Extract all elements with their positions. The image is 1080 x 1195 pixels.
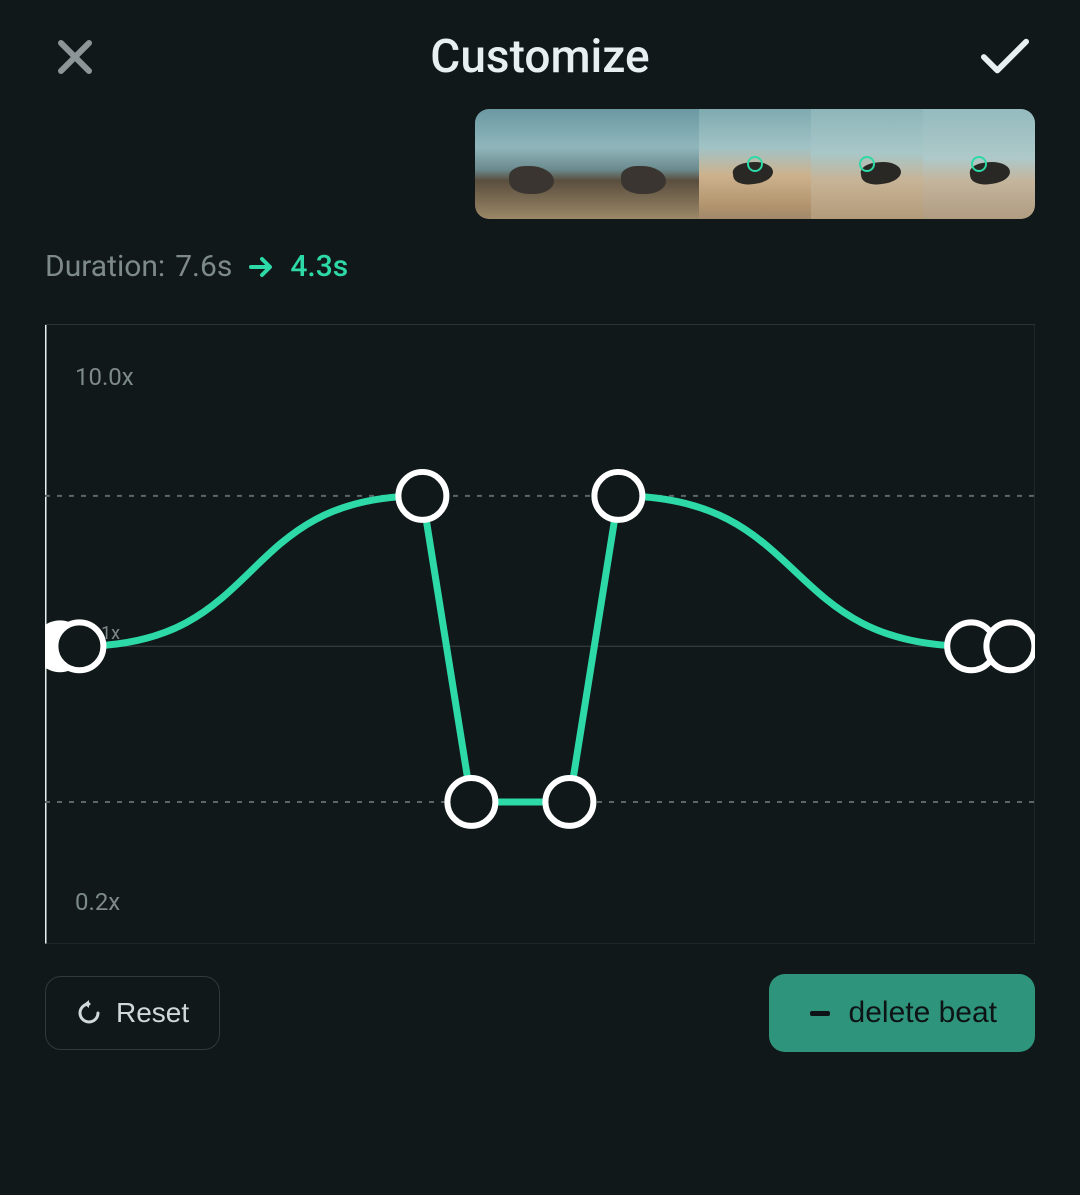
curve-handle[interactable] (447, 778, 495, 826)
duration-readout: Duration: 7.6s 4.3s (0, 219, 1080, 294)
filmstrip-frame[interactable] (923, 109, 1035, 219)
duration-label: Duration: (45, 249, 165, 284)
beat-marker-icon (971, 156, 987, 172)
speed-curve-editor[interactable]: 10.0x 1x 0.2x (45, 324, 1035, 944)
filmstrip-frame[interactable] (475, 109, 587, 219)
beat-marker-icon (859, 156, 875, 172)
beat-marker-icon (747, 156, 763, 172)
reset-icon (76, 1000, 102, 1026)
filmstrip-frame[interactable] (587, 109, 699, 219)
curve-handle[interactable] (398, 472, 446, 520)
page-title: Customize (430, 30, 649, 84)
filmstrip-frame[interactable] (811, 109, 923, 219)
delete-beat-button[interactable]: delete beat (769, 974, 1035, 1052)
filmstrip-frame[interactable] (699, 109, 811, 219)
duration-from: 7.6s (175, 249, 232, 284)
confirm-icon[interactable] (980, 32, 1030, 82)
duration-to: 4.3s (290, 249, 348, 284)
close-icon[interactable] (50, 32, 100, 82)
curve-handle[interactable] (55, 622, 103, 670)
curve-handle[interactable] (594, 472, 642, 520)
arrow-right-icon (248, 254, 274, 280)
reset-button[interactable]: Reset (45, 976, 220, 1050)
delete-beat-label: delete beat (849, 996, 997, 1030)
curve-handle[interactable] (545, 778, 593, 826)
minus-icon (807, 1000, 833, 1026)
reset-label: Reset (116, 997, 189, 1029)
curve-handle[interactable] (986, 622, 1034, 670)
filmstrip[interactable] (475, 109, 1035, 219)
